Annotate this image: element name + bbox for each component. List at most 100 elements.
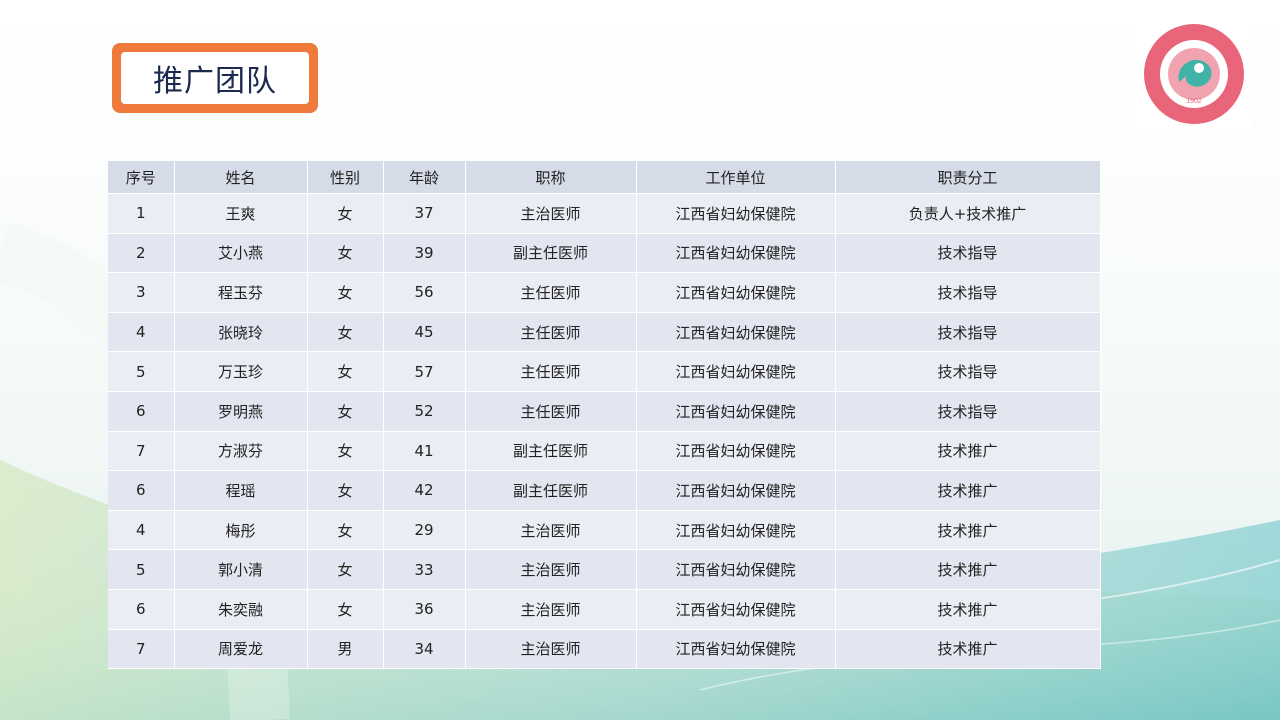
table-row: 6 罗明燕 女 52 主任医师 江西省妇幼保健院 技术指导 — [108, 391, 1101, 432]
cell-name: 万玉珍 — [174, 351, 308, 392]
header-name: 姓名 — [174, 161, 308, 194]
slide-title-frame: 推广团队 — [112, 43, 318, 113]
cell-gender: 女 — [307, 193, 384, 234]
table-row: 3 程玉芬 女 56 主任医师 江西省妇幼保健院 技术指导 — [108, 272, 1101, 313]
cell-gender: 女 — [307, 431, 384, 472]
team-table: 序号 姓名 性别 年龄 职称 工作单位 职责分工 1 王爽 女 37 主治医师 … — [108, 161, 1101, 670]
cell-gender: 女 — [307, 391, 384, 432]
table-row: 7 方淑芬 女 41 副主任医师 江西省妇幼保健院 技术推广 — [108, 431, 1101, 472]
svg-text:1902: 1902 — [1186, 98, 1202, 105]
cell-gender: 女 — [307, 510, 384, 551]
cell-index: 6 — [108, 470, 175, 511]
cell-index: 1 — [108, 193, 175, 234]
cell-workplace: 江西省妇幼保健院 — [636, 391, 836, 432]
cell-title: 主治医师 — [465, 589, 637, 630]
table-header-row: 序号 姓名 性别 年龄 职称 工作单位 职责分工 — [108, 161, 1101, 194]
cell-duty: 技术推广 — [835, 510, 1101, 551]
cell-title: 主治医师 — [465, 549, 637, 590]
cell-index: 5 — [108, 549, 175, 590]
table-row: 6 程瑶 女 42 副主任医师 江西省妇幼保健院 技术推广 — [108, 470, 1101, 511]
cell-duty: 技术指导 — [835, 312, 1101, 353]
cell-title: 副主任医师 — [465, 470, 637, 511]
cell-name: 张晓玲 — [174, 312, 308, 353]
cell-workplace: 江西省妇幼保健院 — [636, 470, 836, 511]
cell-name: 方淑芬 — [174, 431, 308, 472]
cell-workplace: 江西省妇幼保健院 — [636, 549, 836, 590]
cell-workplace: 江西省妇幼保健院 — [636, 510, 836, 551]
cell-age: 34 — [383, 629, 466, 670]
cell-age: 57 — [383, 351, 466, 392]
cell-name: 梅彤 — [174, 510, 308, 551]
header-gender: 性别 — [307, 161, 384, 194]
cell-workplace: 江西省妇幼保健院 — [636, 589, 836, 630]
table-row: 4 张晓玲 女 45 主任医师 江西省妇幼保健院 技术指导 — [108, 312, 1101, 353]
cell-workplace: 江西省妇幼保健院 — [636, 233, 836, 274]
cell-age: 56 — [383, 272, 466, 313]
cell-duty: 技术推广 — [835, 629, 1101, 670]
cell-gender: 女 — [307, 589, 384, 630]
hospital-seal-icon: 1902 — [1144, 24, 1244, 124]
cell-age: 41 — [383, 431, 466, 472]
cell-index: 4 — [108, 510, 175, 551]
cell-age: 36 — [383, 589, 466, 630]
cell-workplace: 江西省妇幼保健院 — [636, 351, 836, 392]
cell-age: 52 — [383, 391, 466, 432]
cell-name: 艾小燕 — [174, 233, 308, 274]
cell-workplace: 江西省妇幼保健院 — [636, 629, 836, 670]
cell-duty: 技术推广 — [835, 589, 1101, 630]
cell-workplace: 江西省妇幼保健院 — [636, 431, 836, 472]
cell-name: 郭小清 — [174, 549, 308, 590]
cell-title: 主任医师 — [465, 312, 637, 353]
header-index: 序号 — [108, 161, 175, 194]
cell-workplace: 江西省妇幼保健院 — [636, 272, 836, 313]
header-workplace: 工作单位 — [636, 161, 836, 194]
cell-workplace: 江西省妇幼保健院 — [636, 312, 836, 353]
cell-name: 周爱龙 — [174, 629, 308, 670]
cell-title: 主任医师 — [465, 391, 637, 432]
table-row: 2 艾小燕 女 39 副主任医师 江西省妇幼保健院 技术指导 — [108, 233, 1101, 274]
cell-title: 主治医师 — [465, 629, 637, 670]
cell-index: 7 — [108, 431, 175, 472]
cell-age: 45 — [383, 312, 466, 353]
cell-index: 4 — [108, 312, 175, 353]
slide-title: 推广团队 — [153, 64, 277, 99]
cell-age: 29 — [383, 510, 466, 551]
cell-duty: 技术指导 — [835, 391, 1101, 432]
cell-index: 7 — [108, 629, 175, 670]
cell-index: 6 — [108, 589, 175, 630]
cell-name: 朱奕融 — [174, 589, 308, 630]
cell-gender: 女 — [307, 470, 384, 511]
hospital-logo: 1902 — [1135, 20, 1253, 128]
cell-index: 6 — [108, 391, 175, 432]
cell-duty: 技术指导 — [835, 272, 1101, 313]
cell-index: 2 — [108, 233, 175, 274]
header-title: 职称 — [465, 161, 637, 194]
cell-duty: 技术指导 — [835, 233, 1101, 274]
cell-duty: 负责人+技术推广 — [835, 193, 1101, 234]
header-duty: 职责分工 — [835, 161, 1101, 194]
cell-gender: 女 — [307, 351, 384, 392]
cell-name: 罗明燕 — [174, 391, 308, 432]
cell-gender: 女 — [307, 312, 384, 353]
cell-index: 5 — [108, 351, 175, 392]
table-row: 6 朱奕融 女 36 主治医师 江西省妇幼保健院 技术推广 — [108, 589, 1101, 630]
table-row: 1 王爽 女 37 主治医师 江西省妇幼保健院 负责人+技术推广 — [108, 193, 1101, 234]
cell-gender: 女 — [307, 549, 384, 590]
cell-duty: 技术推广 — [835, 549, 1101, 590]
table-row: 5 万玉珍 女 57 主任医师 江西省妇幼保健院 技术指导 — [108, 351, 1101, 392]
cell-age: 42 — [383, 470, 466, 511]
table-row: 4 梅彤 女 29 主治医师 江西省妇幼保健院 技术推广 — [108, 510, 1101, 551]
cell-title: 主任医师 — [465, 351, 637, 392]
cell-duty: 技术推广 — [835, 470, 1101, 511]
cell-name: 王爽 — [174, 193, 308, 234]
cell-gender: 女 — [307, 272, 384, 313]
cell-title: 主治医师 — [465, 193, 637, 234]
cell-name: 程瑶 — [174, 470, 308, 511]
cell-age: 33 — [383, 549, 466, 590]
cell-name: 程玉芬 — [174, 272, 308, 313]
cell-index: 3 — [108, 272, 175, 313]
cell-gender: 男 — [307, 629, 384, 670]
cell-duty: 技术指导 — [835, 351, 1101, 392]
cell-age: 39 — [383, 233, 466, 274]
cell-title: 副主任医师 — [465, 431, 637, 472]
